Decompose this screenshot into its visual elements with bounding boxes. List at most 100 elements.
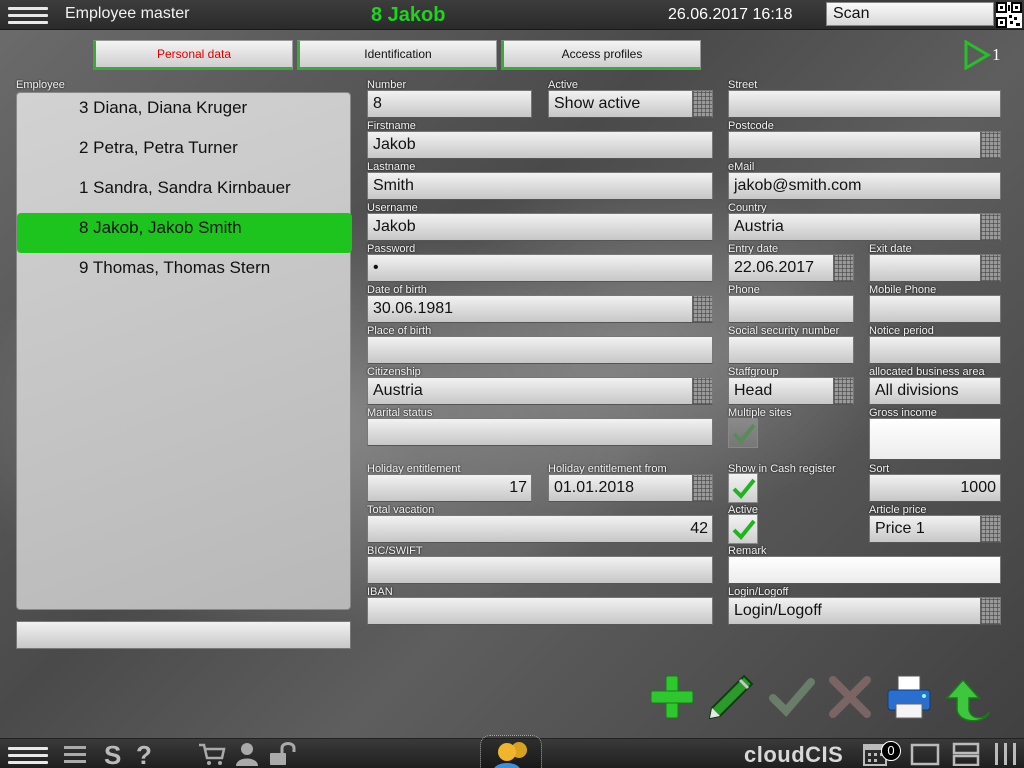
password-field[interactable]: • <box>367 254 713 282</box>
iban-field[interactable] <box>367 597 713 625</box>
printer-icon <box>887 675 931 719</box>
dropdown-grip-icon[interactable] <box>980 132 1000 158</box>
qr-code-icon[interactable] <box>996 2 1022 28</box>
total-vacation-field[interactable]: 42 <box>367 515 713 543</box>
employee-search-input[interactable] <box>16 621 351 649</box>
columns-icon[interactable] <box>992 742 1020 766</box>
multiple-sites-checkbox[interactable] <box>728 418 758 448</box>
sort-field[interactable]: 1000 <box>869 474 1001 502</box>
notice-period-field[interactable] <box>869 336 1001 364</box>
cancel-button[interactable] <box>825 672 875 722</box>
checkmark-icon <box>732 478 756 499</box>
list-item[interactable]: 3 Diana, Diana Kruger <box>17 93 352 133</box>
dropdown-grip-icon[interactable] <box>980 214 1000 240</box>
checkmark-icon <box>732 519 756 540</box>
lastname-field[interactable]: Smith <box>367 172 713 200</box>
app-title: Employee master <box>65 5 190 22</box>
staffgroup-select[interactable]: Head <box>728 377 854 405</box>
bic-field[interactable] <box>367 556 713 584</box>
help-icon[interactable]: ? <box>136 740 152 768</box>
window-icon[interactable] <box>910 742 940 766</box>
citizenship-select[interactable]: Austria <box>367 377 713 405</box>
cart-icon[interactable] <box>198 742 226 766</box>
email-field[interactable]: jakob@smith.com <box>728 172 1001 200</box>
page-count: 1 <box>992 45 1001 64</box>
list-item[interactable]: 1 Sandra, Sandra Kirnbauer <box>17 173 352 213</box>
username-field[interactable]: Jakob <box>367 213 713 241</box>
business-area-field[interactable]: All divisions <box>869 377 1001 405</box>
checkmark-icon <box>769 678 815 717</box>
employee-module-tab[interactable] <box>480 735 542 768</box>
date-of-birth-field[interactable]: 30.06.1981 <box>367 295 713 323</box>
scan-input[interactable]: Scan <box>826 2 994 26</box>
pen-icon <box>708 674 754 720</box>
employee-list: 3 Diana, Diana Kruger 2 Petra, Petra Tur… <box>16 92 352 610</box>
add-button[interactable] <box>647 672 697 722</box>
main-menu-icon[interactable] <box>8 3 48 25</box>
dropdown-grip-icon[interactable] <box>980 598 1000 624</box>
firstname-field[interactable]: Jakob <box>367 131 713 159</box>
s-icon[interactable]: S <box>104 740 121 768</box>
exit-date-field[interactable] <box>869 254 1001 282</box>
users-icon <box>494 742 527 768</box>
entry-date-value: 22.06.2017 <box>734 259 815 276</box>
staffgroup-value: Head <box>734 382 773 399</box>
number-field[interactable]: 8 <box>367 90 532 118</box>
close-icon <box>829 676 871 718</box>
menu-icon[interactable] <box>8 743 48 765</box>
calendar-icon[interactable] <box>833 255 853 281</box>
plus-icon <box>650 675 694 719</box>
holiday-entitlement-field[interactable]: 17 <box>367 474 532 502</box>
print-button[interactable] <box>884 672 934 722</box>
calendar-icon[interactable] <box>692 475 712 501</box>
article-price-value: Price 1 <box>875 520 925 537</box>
dropdown-grip-icon[interactable] <box>692 378 712 404</box>
tab-identification[interactable]: Identification <box>297 40 497 70</box>
notification-badge: 0 <box>881 741 901 761</box>
unlock-icon[interactable] <box>268 742 298 766</box>
list-icon[interactable] <box>62 742 88 766</box>
mobile-phone-field[interactable] <box>869 295 1001 323</box>
return-button[interactable] <box>943 672 993 722</box>
remark-field[interactable] <box>728 556 1001 584</box>
country-value: Austria <box>734 218 784 235</box>
entry-date-field[interactable]: 22.06.2017 <box>728 254 854 282</box>
list-item[interactable]: 9 Thomas, Thomas Stern <box>17 253 352 293</box>
confirm-button[interactable] <box>767 672 817 722</box>
date-of-birth-value: 30.06.1981 <box>373 300 454 317</box>
article-price-select[interactable]: Price 1 <box>869 515 1001 543</box>
checkmark-icon <box>732 423 756 444</box>
calendar-icon[interactable] <box>980 255 1000 281</box>
user-icon[interactable] <box>234 742 260 766</box>
street-field[interactable] <box>728 90 1001 118</box>
brand-logo: cloudCIS <box>744 742 844 767</box>
citizenship-value: Austria <box>373 382 423 399</box>
login-logoff-select[interactable]: Login/Logoff <box>728 597 1001 625</box>
gross-income-field[interactable] <box>869 418 1001 460</box>
show-in-cash-register-checkbox[interactable] <box>728 473 758 503</box>
return-arrow-icon <box>945 678 990 722</box>
dropdown-grip-icon[interactable] <box>692 91 712 117</box>
datetime: 26.06.2017 16:18 <box>668 6 793 23</box>
postcode-select[interactable] <box>728 131 1001 159</box>
tab-access-profiles[interactable]: Access profiles <box>501 40 701 70</box>
phone-field[interactable] <box>728 295 854 323</box>
calendar-icon[interactable] <box>692 296 712 322</box>
place-of-birth-field[interactable] <box>367 336 713 364</box>
list-item[interactable]: 2 Petra, Petra Turner <box>17 133 352 173</box>
edit-button[interactable] <box>706 672 756 722</box>
marital-status-field[interactable] <box>367 418 713 446</box>
active-filter-select[interactable]: Show active <box>548 90 713 118</box>
ssn-field[interactable] <box>728 336 854 364</box>
holiday-entitlement-from-value: 01.01.2018 <box>554 479 635 496</box>
tab-personal-data[interactable]: Personal data <box>93 40 293 70</box>
active-filter-value: Show active <box>554 95 641 112</box>
active-checkbox[interactable] <box>728 514 758 544</box>
holiday-entitlement-from-field[interactable]: 01.01.2018 <box>548 474 713 502</box>
dropdown-grip-icon[interactable] <box>833 378 853 404</box>
dropdown-grip-icon[interactable] <box>980 516 1000 542</box>
country-select[interactable]: Austria <box>728 213 1001 241</box>
split-layout-icon[interactable] <box>952 742 980 767</box>
list-item-selected[interactable]: 8 Jakob, Jakob Smith <box>17 213 352 253</box>
play-icon[interactable] <box>963 39 991 71</box>
